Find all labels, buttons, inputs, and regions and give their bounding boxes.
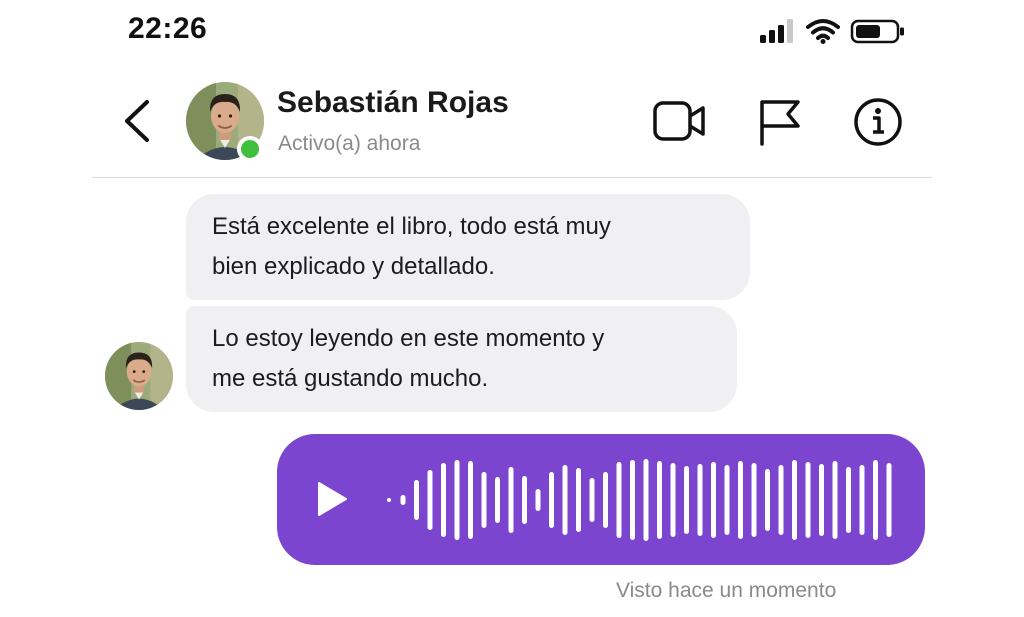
waveform-bar xyxy=(481,472,487,528)
voice-message-bubble[interactable] xyxy=(277,434,925,565)
waveform-bar xyxy=(427,470,433,530)
waveform-bar xyxy=(454,460,460,540)
status-icons xyxy=(760,18,910,46)
waveform-bar xyxy=(400,495,406,505)
waveform-bar xyxy=(724,465,730,535)
waveform-bar xyxy=(657,461,662,539)
chat-header: Sebastián Rojas Activo(a) ahora xyxy=(0,62,1024,178)
waveform-bar xyxy=(697,464,703,536)
waveform-bar xyxy=(684,466,689,534)
read-receipt: Visto hace un momento xyxy=(616,579,837,602)
waveform-bar xyxy=(535,489,541,511)
back-chevron-icon xyxy=(125,100,149,142)
waveform-bar xyxy=(805,462,811,538)
status-time: 22:26 xyxy=(128,12,208,45)
back-button[interactable] xyxy=(116,96,160,146)
waveform-bar xyxy=(819,464,824,536)
status-bar: 22:26 xyxy=(0,0,1024,62)
contact-name[interactable]: Sebastián Rojas xyxy=(277,86,509,120)
message-text-line: Lo estoy leyendo en este momento y xyxy=(212,325,605,352)
waveform-bar xyxy=(643,459,649,541)
waveform-bar xyxy=(859,465,865,535)
incoming-message-bubble[interactable]: Lo estoy leyendo en este momento y me es… xyxy=(186,306,737,412)
waveform-bar xyxy=(549,472,554,528)
waveform-bar xyxy=(765,469,770,531)
report-button[interactable] xyxy=(754,96,810,148)
waveform-bar xyxy=(846,467,851,533)
header-divider xyxy=(92,177,932,178)
online-status-dot xyxy=(237,136,263,162)
info-button[interactable] xyxy=(850,96,906,148)
wifi-icon xyxy=(806,19,840,44)
video-call-button[interactable] xyxy=(652,96,708,148)
waveform-bar xyxy=(886,463,892,537)
video-call-icon xyxy=(653,101,705,141)
waveform-bar xyxy=(468,461,473,539)
message-text-line: bien explicado y detallado. xyxy=(212,253,495,280)
battery-icon xyxy=(850,19,904,44)
contact-status: Activo(a) ahora xyxy=(278,132,421,155)
waveform-bar xyxy=(522,476,527,524)
waveform-bar xyxy=(616,462,622,538)
waveform-bar xyxy=(630,460,635,540)
waveform-bar xyxy=(576,468,581,532)
waveform-bar xyxy=(792,460,797,540)
play-icon xyxy=(318,482,347,516)
info-icon xyxy=(854,98,902,146)
message-text-line: Está excelente el libro, todo está muy xyxy=(212,213,611,240)
report-flag-icon xyxy=(760,100,800,146)
waveform-bar xyxy=(832,461,838,539)
waveform-bar xyxy=(603,472,608,528)
cellular-signal-icon xyxy=(760,19,793,43)
audio-waveform xyxy=(387,459,892,541)
waveform-bar xyxy=(387,498,391,502)
waveform-bar xyxy=(589,478,595,522)
waveform-bar xyxy=(414,480,419,520)
sender-photo xyxy=(105,342,173,410)
sender-avatar[interactable] xyxy=(105,342,173,410)
waveform-bar xyxy=(508,467,514,533)
waveform-bar xyxy=(751,463,757,537)
waveform-bar xyxy=(562,465,568,535)
incoming-message-bubble[interactable]: Está excelente el libro, todo está muy b… xyxy=(186,194,750,300)
waveform-bar xyxy=(738,461,743,539)
waveform-bar xyxy=(711,462,716,538)
waveform-bar xyxy=(495,477,500,523)
waveform-bar xyxy=(670,463,676,537)
waveform-bar xyxy=(441,463,446,537)
play-button[interactable] xyxy=(315,480,349,518)
waveform-bar xyxy=(778,465,784,535)
waveform-bar xyxy=(873,460,878,540)
message-text-line: me está gustando mucho. xyxy=(212,365,489,392)
